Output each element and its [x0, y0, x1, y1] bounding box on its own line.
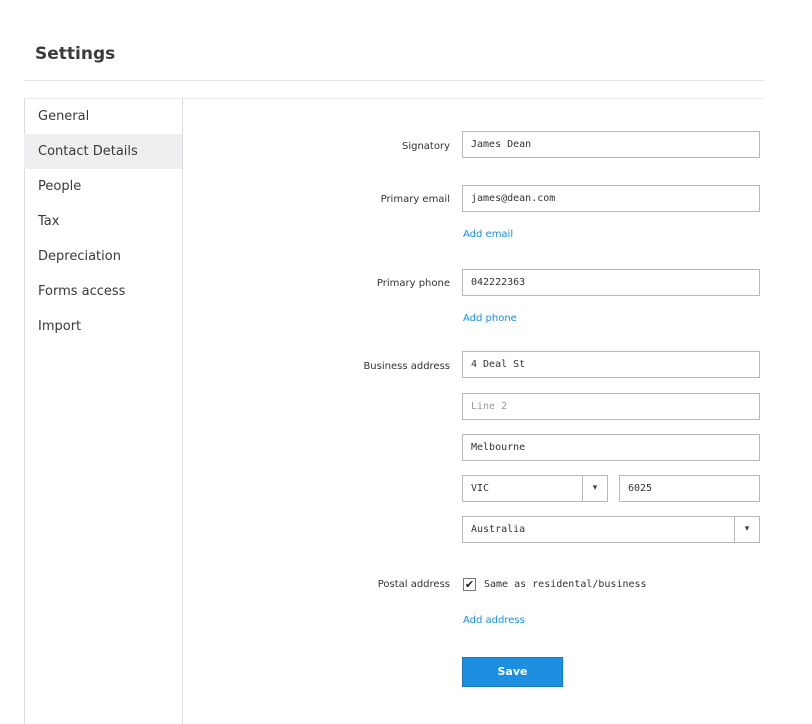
check-icon: ✔ — [464, 578, 475, 591]
save-button[interactable]: Save — [462, 657, 563, 687]
state-select[interactable]: VIC ▾ — [462, 475, 608, 502]
chevron-down-icon[interactable]: ▾ — [734, 517, 759, 542]
address-city-input[interactable]: Melbourne — [462, 434, 760, 461]
sidebar-item-import[interactable]: Import — [24, 309, 182, 344]
signatory-label: Signatory — [401, 141, 450, 152]
primary-email-input[interactable]: james@dean.com — [462, 185, 760, 212]
sidebar-item-forms-access[interactable]: Forms access — [24, 274, 182, 309]
primary-phone-label: Primary phone — [376, 278, 450, 289]
page-title: Settings — [35, 44, 116, 64]
country-select[interactable]: Australia ▾ — [462, 516, 760, 543]
business-address-label: Business address — [363, 361, 450, 372]
sidebar-item-people[interactable]: People — [24, 169, 182, 204]
chevron-down-icon[interactable]: ▾ — [582, 476, 607, 501]
settings-sidebar: General Contact Details People Tax Depre… — [24, 99, 183, 724]
primary-phone-input[interactable]: 042222363 — [462, 269, 760, 296]
add-phone-link[interactable]: Add phone — [463, 313, 517, 324]
postal-address-label: Postal address — [377, 579, 450, 590]
sidebar-item-tax[interactable]: Tax — [24, 204, 182, 239]
same-address-checkbox[interactable]: ✔ — [463, 578, 476, 591]
address-line2-input[interactable]: Line 2 — [462, 393, 760, 420]
primary-email-label: Primary email — [380, 194, 450, 205]
add-email-link[interactable]: Add email — [463, 229, 513, 240]
sidebar-item-contact-details[interactable]: Contact Details — [24, 134, 182, 169]
sidebar-item-depreciation[interactable]: Depreciation — [24, 239, 182, 274]
postcode-input[interactable]: 6025 — [619, 475, 760, 502]
title-divider — [24, 80, 764, 81]
signatory-input[interactable]: James Dean — [462, 131, 760, 158]
address-line1-input[interactable]: 4 Deal St — [462, 351, 760, 378]
add-address-link[interactable]: Add address — [463, 615, 525, 626]
same-address-checkbox-label[interactable]: Same as residental/business — [484, 579, 647, 590]
sidebar-item-general[interactable]: General — [24, 99, 182, 134]
country-select-value: Australia — [471, 524, 526, 535]
state-select-value: VIC — [471, 483, 490, 494]
